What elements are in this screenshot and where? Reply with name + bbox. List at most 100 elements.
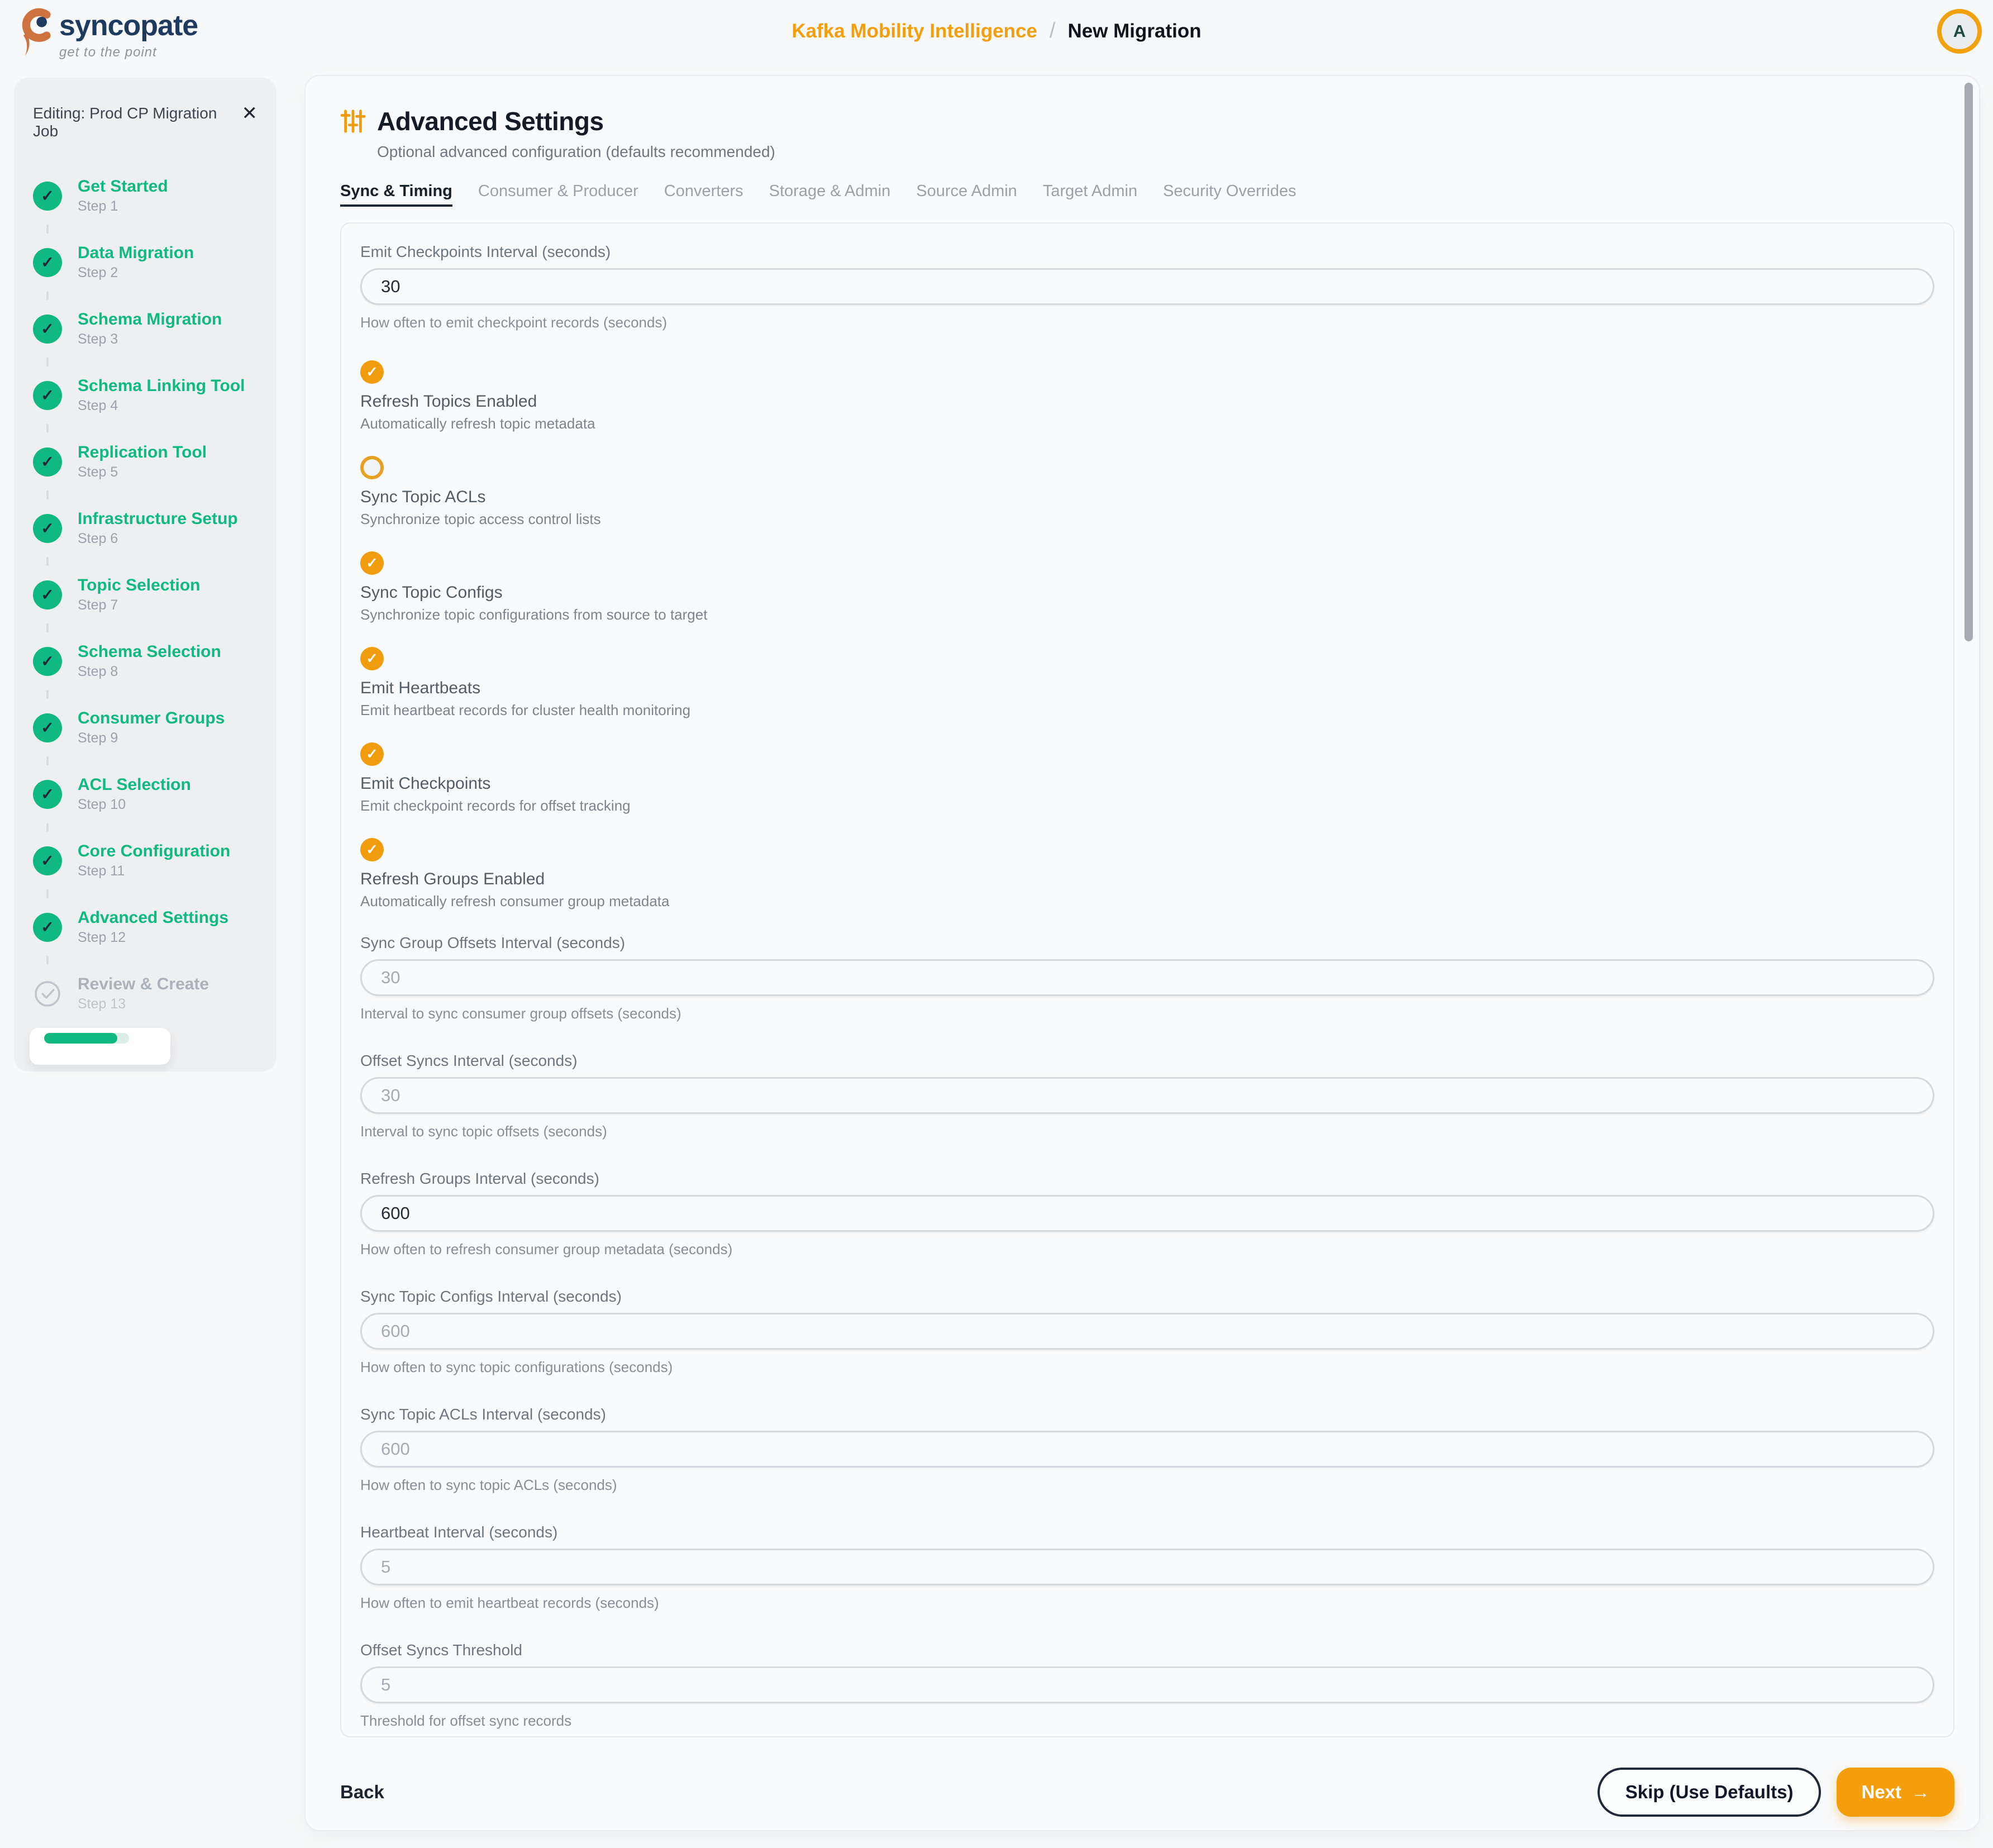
sync-group-offsets-interval-input[interactable] bbox=[360, 959, 1934, 996]
offset-syncs-threshold-input[interactable] bbox=[360, 1666, 1934, 1703]
step-title: Schema Migration bbox=[78, 310, 222, 329]
sync-topic-configs-interval-input[interactable] bbox=[360, 1313, 1934, 1350]
checkbox-checked-icon[interactable]: ✓ bbox=[360, 647, 384, 670]
field-label: Offset Syncs Threshold bbox=[360, 1641, 1934, 1660]
refresh-topics-enabled-toggle[interactable]: ✓ Refresh Topics Enabled Automatically r… bbox=[360, 360, 1934, 432]
offset-syncs-interval-input[interactable] bbox=[360, 1077, 1934, 1114]
field-label: Sync Topic ACLs Interval (seconds) bbox=[360, 1405, 1934, 1424]
sidebar-step-infrastructure-setup[interactable]: ✓ Infrastructure SetupStep 6 bbox=[33, 509, 258, 547]
tab-target-admin[interactable]: Target Admin bbox=[1043, 182, 1137, 207]
skip-defaults-button[interactable]: Skip (Use Defaults) bbox=[1598, 1768, 1822, 1817]
refresh-groups-interval-field: Refresh Groups Interval (seconds) How of… bbox=[360, 1169, 1934, 1258]
syncopate-logo[interactable]: syncopate get to the point bbox=[19, 7, 198, 60]
step-number: Step 5 bbox=[78, 464, 207, 480]
sidebar-step-advanced-settings[interactable]: ✓ Advanced SettingsStep 12 bbox=[33, 908, 258, 946]
step-complete-icon: ✓ bbox=[33, 913, 62, 942]
refresh-groups-interval-input[interactable] bbox=[360, 1195, 1934, 1232]
sync-topic-acls-toggle[interactable]: Sync Topic ACLs Synchronize topic access… bbox=[360, 456, 1934, 528]
step-complete-icon: ✓ bbox=[33, 182, 62, 211]
tab-storage-admin[interactable]: Storage & Admin bbox=[769, 182, 891, 207]
next-button[interactable]: Next → bbox=[1837, 1768, 1954, 1817]
breadcrumb: Kafka Mobility Intelligence / New Migrat… bbox=[792, 19, 1201, 43]
sidebar-step-get-started[interactable]: ✓ Get StartedStep 1 bbox=[33, 177, 258, 215]
sidebar-step-consumer-groups[interactable]: ✓ Consumer GroupsStep 9 bbox=[33, 709, 258, 746]
toggle-description: Automatically refresh consumer group met… bbox=[360, 893, 1934, 910]
step-complete-icon: ✓ bbox=[33, 846, 62, 875]
heartbeat-interval-input[interactable] bbox=[360, 1549, 1934, 1585]
field-helper: How often to sync topic ACLs (seconds) bbox=[360, 1477, 1934, 1494]
sync-topic-acls-interval-input[interactable] bbox=[360, 1431, 1934, 1468]
back-button[interactable]: Back bbox=[340, 1782, 384, 1803]
tab-consumer-producer[interactable]: Consumer & Producer bbox=[478, 182, 638, 207]
step-complete-icon: ✓ bbox=[33, 248, 62, 277]
emit-heartbeats-toggle[interactable]: ✓ Emit Heartbeats Emit heartbeat records… bbox=[360, 647, 1934, 719]
step-complete-icon: ✓ bbox=[33, 315, 62, 344]
user-avatar[interactable]: A bbox=[1937, 9, 1982, 54]
sidebar-step-review-create[interactable]: Review & CreateStep 13 bbox=[33, 975, 258, 1012]
sync-timing-form: Emit Checkpoints Interval (seconds) How … bbox=[340, 222, 1954, 1737]
tab-source-admin[interactable]: Source Admin bbox=[916, 182, 1017, 207]
sidebar-step-data-migration[interactable]: ✓ Data MigrationStep 2 bbox=[33, 244, 258, 281]
sync-topic-configs-toggle[interactable]: ✓ Sync Topic Configs Synchronize topic c… bbox=[360, 551, 1934, 623]
field-helper: How often to emit checkpoint records (se… bbox=[360, 314, 1934, 331]
close-icon[interactable]: ✕ bbox=[242, 106, 258, 121]
step-number: Step 8 bbox=[78, 664, 221, 680]
checkbox-checked-icon[interactable]: ✓ bbox=[360, 742, 384, 766]
offset-syncs-interval-field: Offset Syncs Interval (seconds) Interval… bbox=[360, 1051, 1934, 1140]
breadcrumb-app-link[interactable]: Kafka Mobility Intelligence bbox=[792, 20, 1037, 42]
step-title: Schema Linking Tool bbox=[78, 377, 245, 396]
sidebar-step-acl-selection[interactable]: ✓ ACL SelectionStep 10 bbox=[33, 775, 258, 813]
logo-wordmark: syncopate bbox=[59, 11, 198, 40]
field-label: Emit Checkpoints Interval (seconds) bbox=[360, 242, 1934, 261]
step-title: Core Configuration bbox=[78, 842, 230, 861]
breadcrumb-current-page: New Migration bbox=[1067, 20, 1201, 42]
checkbox-checked-icon[interactable]: ✓ bbox=[360, 360, 384, 384]
step-title: Data Migration bbox=[78, 244, 194, 263]
toggle-title: Sync Topic ACLs bbox=[360, 487, 1934, 507]
emit-checkpoints-toggle[interactable]: ✓ Emit Checkpoints Emit checkpoint recor… bbox=[360, 742, 1934, 815]
sync-topic-configs-interval-field: Sync Topic Configs Interval (seconds) Ho… bbox=[360, 1287, 1934, 1376]
toggle-title: Sync Topic Configs bbox=[360, 583, 1934, 603]
toggle-title: Emit Heartbeats bbox=[360, 678, 1934, 698]
sliders-icon bbox=[340, 108, 366, 134]
tab-sync-timing[interactable]: Sync & Timing bbox=[340, 182, 452, 207]
wizard-footer: Back Skip (Use Defaults) Next → bbox=[340, 1766, 1962, 1818]
top-header: syncopate get to the point Kafka Mobilit… bbox=[0, 0, 1993, 68]
step-complete-icon: ✓ bbox=[33, 580, 62, 609]
step-complete-icon: ✓ bbox=[33, 447, 62, 477]
sidebar-step-core-configuration[interactable]: ✓ Core Configuration Step 11 bbox=[33, 842, 258, 879]
step-number: Step 6 bbox=[78, 531, 238, 547]
checkbox-checked-icon[interactable]: ✓ bbox=[360, 551, 384, 575]
step-number: Step 12 bbox=[78, 930, 228, 946]
step-number: Step 11 bbox=[78, 863, 230, 879]
checkbox-unchecked-icon[interactable] bbox=[360, 456, 384, 479]
field-helper: Interval to sync topic offsets (seconds) bbox=[360, 1123, 1934, 1140]
field-label: Refresh Groups Interval (seconds) bbox=[360, 1169, 1934, 1188]
step-pending-icon bbox=[33, 979, 62, 1008]
sidebar-step-schema-linking-tool[interactable]: ✓ Schema Linking ToolStep 4 bbox=[33, 377, 258, 414]
heartbeat-interval-field: Heartbeat Interval (seconds) How often t… bbox=[360, 1523, 1934, 1612]
tab-converters[interactable]: Converters bbox=[664, 182, 743, 207]
step-number: Step 3 bbox=[78, 331, 222, 347]
toggle-description: Synchronize topic access control lists bbox=[360, 511, 1934, 528]
step-title: Replication Tool bbox=[78, 443, 207, 462]
logo-tagline: get to the point bbox=[59, 45, 198, 60]
field-helper: Interval to sync consumer group offsets … bbox=[360, 1005, 1934, 1022]
sidebar-step-replication-tool[interactable]: ✓ Replication Tool Step 5 bbox=[33, 443, 258, 480]
checkbox-checked-icon[interactable]: ✓ bbox=[360, 838, 384, 861]
step-title: Review & Create bbox=[78, 975, 209, 994]
sidebar-step-schema-selection[interactable]: ✓ Schema SelectionStep 8 bbox=[33, 642, 258, 680]
emit-checkpoints-interval-input[interactable] bbox=[360, 268, 1934, 305]
progress-bar bbox=[44, 1033, 129, 1044]
syncopate-logo-icon bbox=[19, 7, 56, 58]
field-helper: Threshold for offset sync records bbox=[360, 1712, 1934, 1730]
refresh-groups-enabled-toggle[interactable]: ✓ Refresh Groups Enabled Automatically r… bbox=[360, 838, 1934, 910]
settings-tabs: Sync & Timing Consumer & Producer Conver… bbox=[340, 182, 1962, 207]
sidebar-step-topic-selection[interactable]: ✓ Topic SelectionStep 7 bbox=[33, 576, 258, 613]
step-title: Get Started bbox=[78, 177, 168, 196]
step-title: ACL Selection bbox=[78, 775, 191, 794]
scrollbar-thumb[interactable] bbox=[1965, 83, 1973, 641]
field-label: Offset Syncs Interval (seconds) bbox=[360, 1051, 1934, 1070]
tab-security-overrides[interactable]: Security Overrides bbox=[1163, 182, 1296, 207]
sidebar-step-schema-migration[interactable]: ✓ Schema Migration Step 3 bbox=[33, 310, 258, 347]
